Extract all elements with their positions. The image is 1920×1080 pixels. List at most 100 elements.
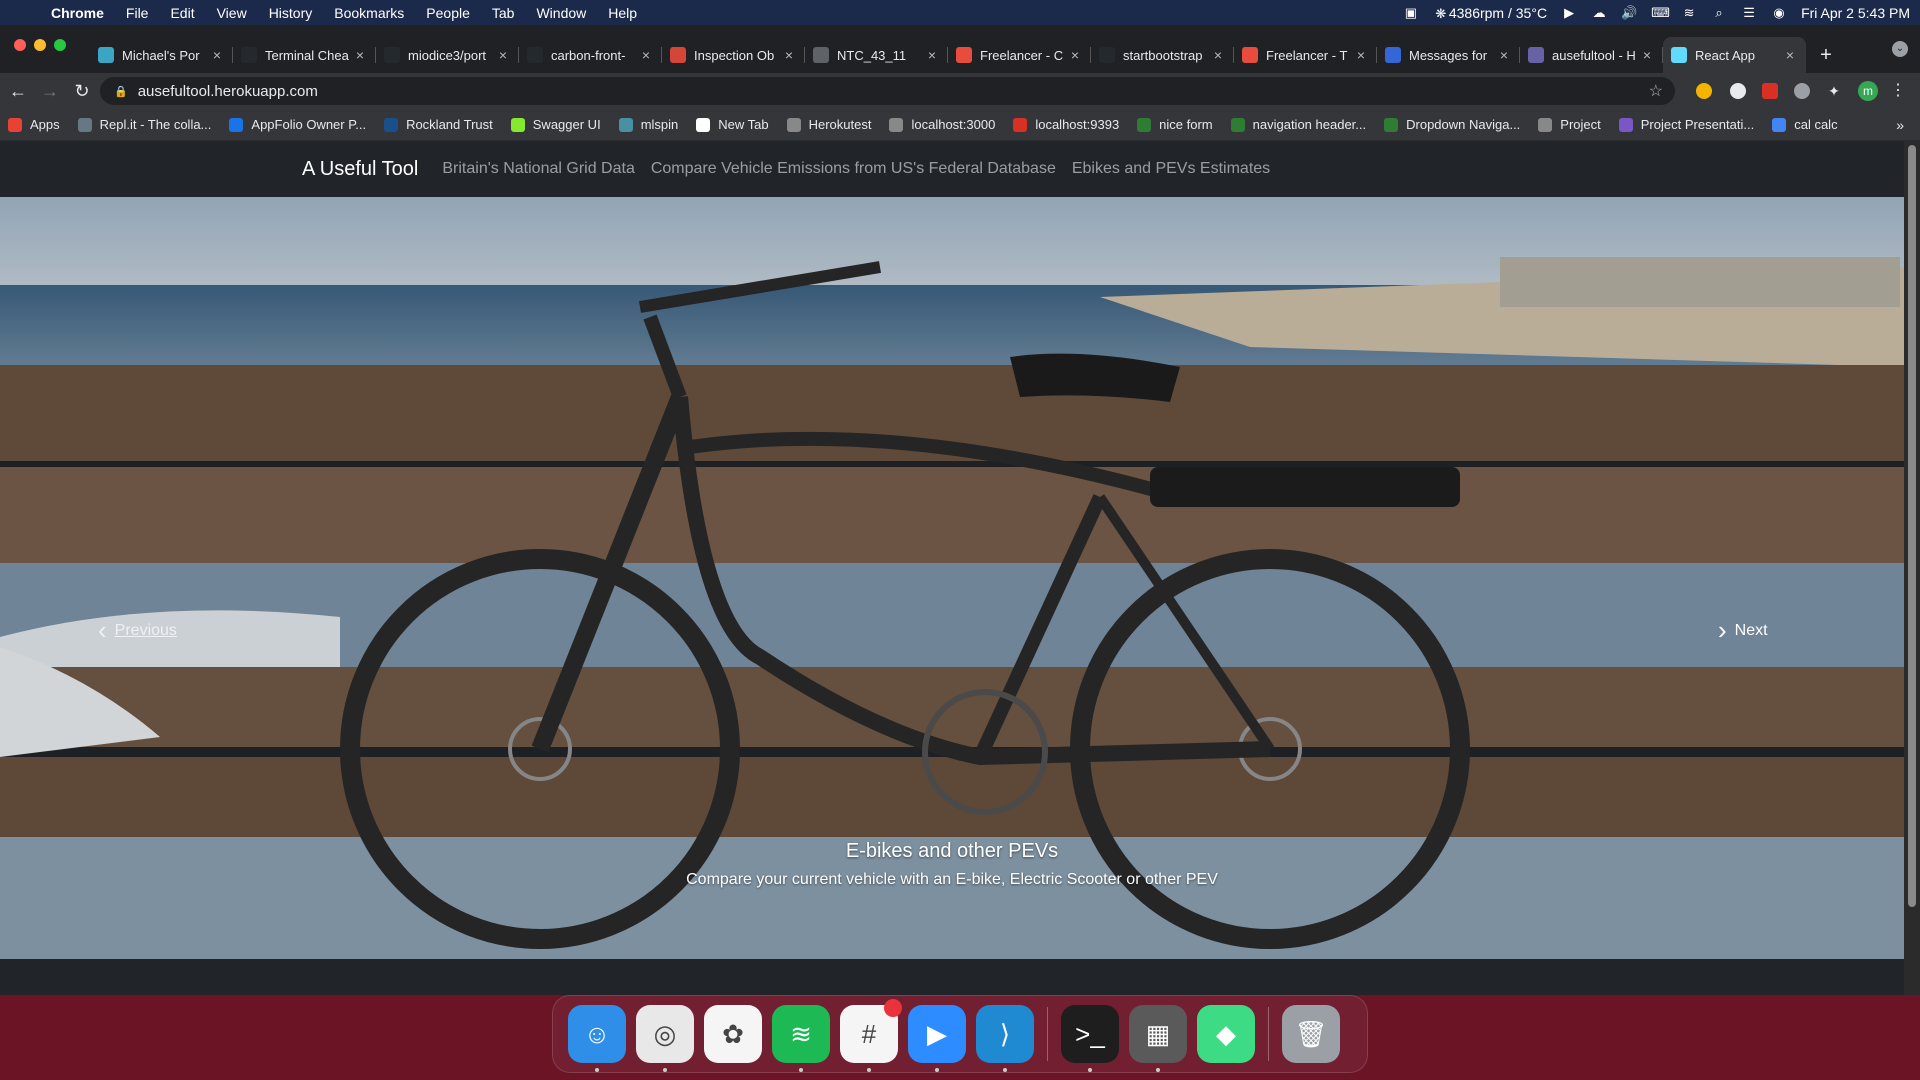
menu-view[interactable]: View: [206, 5, 258, 21]
reload-button[interactable]: ↻: [68, 77, 96, 105]
bookmark-item[interactable]: mlspin: [618, 117, 678, 132]
zoom-status-icon[interactable]: ▣: [1403, 5, 1419, 20]
bookmark-item[interactable]: nice form: [1137, 117, 1213, 132]
tab-close-icon[interactable]: ×: [1067, 47, 1083, 63]
wifi-off-icon[interactable]: ≋: [1681, 5, 1697, 20]
control-center-icon[interactable]: ☰: [1741, 5, 1757, 20]
extension-icon[interactable]: [1696, 83, 1712, 99]
tab-close-icon[interactable]: ×: [209, 47, 225, 63]
bookmark-item[interactable]: Swagger UI: [510, 117, 601, 132]
menu-people[interactable]: People: [415, 5, 481, 21]
bookmark-label: Repl.it - The colla...: [99, 117, 212, 132]
menu-app[interactable]: Chrome: [40, 5, 115, 21]
bookmark-item[interactable]: Repl.it - The colla...: [77, 117, 212, 132]
tab-close-icon[interactable]: ×: [1210, 47, 1226, 63]
browser-tab[interactable]: Inspection Ob ×: [662, 37, 805, 73]
tab-close-icon[interactable]: ×: [352, 47, 368, 63]
scrollbar-thumb[interactable]: [1908, 145, 1916, 907]
trash-icon[interactable]: 🗑: [1282, 1005, 1340, 1063]
bookmark-item[interactable]: Dropdown Naviga...: [1384, 117, 1520, 132]
zoom-icon[interactable]: ▶: [908, 1005, 966, 1072]
tab-search-icon[interactable]: ⌄: [1892, 41, 1908, 57]
extension-icon[interactable]: [1730, 83, 1746, 99]
tab-close-icon[interactable]: ×: [781, 47, 797, 63]
fan-status[interactable]: ❋ 4386rpm / 35°C: [1433, 5, 1547, 21]
bookmark-item[interactable]: navigation header...: [1230, 117, 1366, 132]
menubar-clock[interactable]: Fri Apr 2 5:43 PM: [1801, 5, 1910, 21]
page-scrollbar[interactable]: [1904, 141, 1920, 995]
menu-edit[interactable]: Edit: [159, 5, 205, 21]
volume-icon[interactable]: 🔊: [1621, 5, 1637, 20]
bookmark-item[interactable]: localhost:9393: [1013, 117, 1119, 132]
bookmark-item[interactable]: Project: [1538, 117, 1601, 132]
browser-tab[interactable]: ausefultool - H ×: [1520, 37, 1663, 73]
extension-icon[interactable]: [1794, 83, 1810, 99]
browser-tab[interactable]: Terminal Chea ×: [233, 37, 376, 73]
bookmark-item[interactable]: AppFolio Owner P...: [229, 117, 366, 132]
slack-icon[interactable]: #: [840, 999, 902, 1072]
nav-link-emissions[interactable]: Compare Vehicle Emissions from US's Fede…: [651, 160, 1056, 178]
search-icon[interactable]: ⌕: [1711, 5, 1727, 20]
tab-close-icon[interactable]: ×: [1639, 47, 1655, 63]
zoom-window-button[interactable]: [54, 39, 66, 51]
bookmark-item[interactable]: localhost:3000: [889, 117, 995, 132]
play-icon[interactable]: ▶: [1561, 5, 1577, 20]
tab-close-icon[interactable]: ×: [924, 47, 940, 63]
bookmark-item[interactable]: New Tab: [696, 117, 769, 132]
tab-favicon-icon: [384, 47, 400, 63]
browser-tab[interactable]: startbootstrap ×: [1091, 37, 1234, 73]
vscode-icon[interactable]: ⟩: [976, 1005, 1034, 1072]
close-window-button[interactable]: [14, 39, 26, 51]
browser-tab[interactable]: NTC_43_11 ×: [805, 37, 948, 73]
new-tab-button[interactable]: +: [1812, 37, 1840, 73]
browser-tab[interactable]: React App ×: [1663, 37, 1806, 73]
tab-close-icon[interactable]: ×: [495, 47, 511, 63]
browser-tab[interactable]: Freelancer - T ×: [1234, 37, 1377, 73]
browser-tab[interactable]: Messages for ×: [1377, 37, 1520, 73]
keyboard-icon[interactable]: ⌨: [1651, 5, 1670, 20]
menu-tab[interactable]: Tab: [481, 5, 526, 21]
calculator-icon[interactable]: ▦: [1129, 1005, 1187, 1072]
browser-tab[interactable]: miodice3/port ×: [376, 37, 519, 73]
browser-tab[interactable]: carbon-front- ×: [519, 37, 662, 73]
bookmark-item[interactable]: cal calc: [1772, 117, 1838, 132]
bookmark-item[interactable]: Project Presentati...: [1618, 117, 1754, 132]
lock-icon[interactable]: 🔒: [114, 85, 128, 98]
bookmark-favicon-icon: [618, 117, 633, 132]
bookmark-item[interactable]: Apps: [8, 117, 60, 132]
chrome-icon[interactable]: ◎: [636, 1005, 694, 1072]
address-bar[interactable]: 🔒 ausefultool.herokuapp.com ☆: [100, 77, 1675, 105]
nav-link-grid[interactable]: Britain's National Grid Data: [442, 160, 634, 178]
menu-history[interactable]: History: [258, 5, 324, 21]
tab-close-icon[interactable]: ×: [638, 47, 654, 63]
forward-button[interactable]: →: [36, 77, 64, 105]
terminal-icon[interactable]: >_: [1061, 1005, 1119, 1072]
android-studio-icon[interactable]: ◆: [1197, 1005, 1255, 1063]
bookmarks-overflow-icon[interactable]: »: [1896, 117, 1904, 133]
bookmark-item[interactable]: Rockland Trust: [384, 117, 493, 132]
siri-icon[interactable]: ◉: [1771, 5, 1787, 20]
minimize-window-button[interactable]: [34, 39, 46, 51]
browser-tab[interactable]: Michael's Por ×: [90, 37, 233, 73]
menu-help[interactable]: Help: [597, 5, 648, 21]
puzzle-icon[interactable]: ✦: [1826, 83, 1842, 99]
browser-tab[interactable]: Freelancer - C ×: [948, 37, 1091, 73]
photos-icon[interactable]: ✿: [704, 1005, 762, 1063]
menu-bookmarks[interactable]: Bookmarks: [323, 5, 415, 21]
tab-close-icon[interactable]: ×: [1496, 47, 1512, 63]
menu-kebab-icon[interactable]: ⋮: [1890, 83, 1906, 99]
cloud-icon[interactable]: ☁: [1591, 5, 1607, 20]
menu-file[interactable]: File: [115, 5, 160, 21]
spotify-icon[interactable]: ≋: [772, 1005, 830, 1072]
finder-icon[interactable]: ☺: [568, 1005, 626, 1072]
site-brand[interactable]: A Useful Tool: [302, 158, 418, 181]
extension-icon[interactable]: [1762, 83, 1778, 99]
menu-window[interactable]: Window: [525, 5, 597, 21]
tab-close-icon[interactable]: ×: [1782, 47, 1798, 63]
profile-avatar[interactable]: m: [1858, 81, 1878, 101]
tab-close-icon[interactable]: ×: [1353, 47, 1369, 63]
nav-link-ebikes[interactable]: Ebikes and PEVs Estimates: [1072, 160, 1270, 178]
bookmark-item[interactable]: Herokutest: [786, 117, 871, 132]
back-button[interactable]: ←: [4, 77, 32, 105]
bookmark-star-icon[interactable]: ☆: [1649, 81, 1663, 101]
